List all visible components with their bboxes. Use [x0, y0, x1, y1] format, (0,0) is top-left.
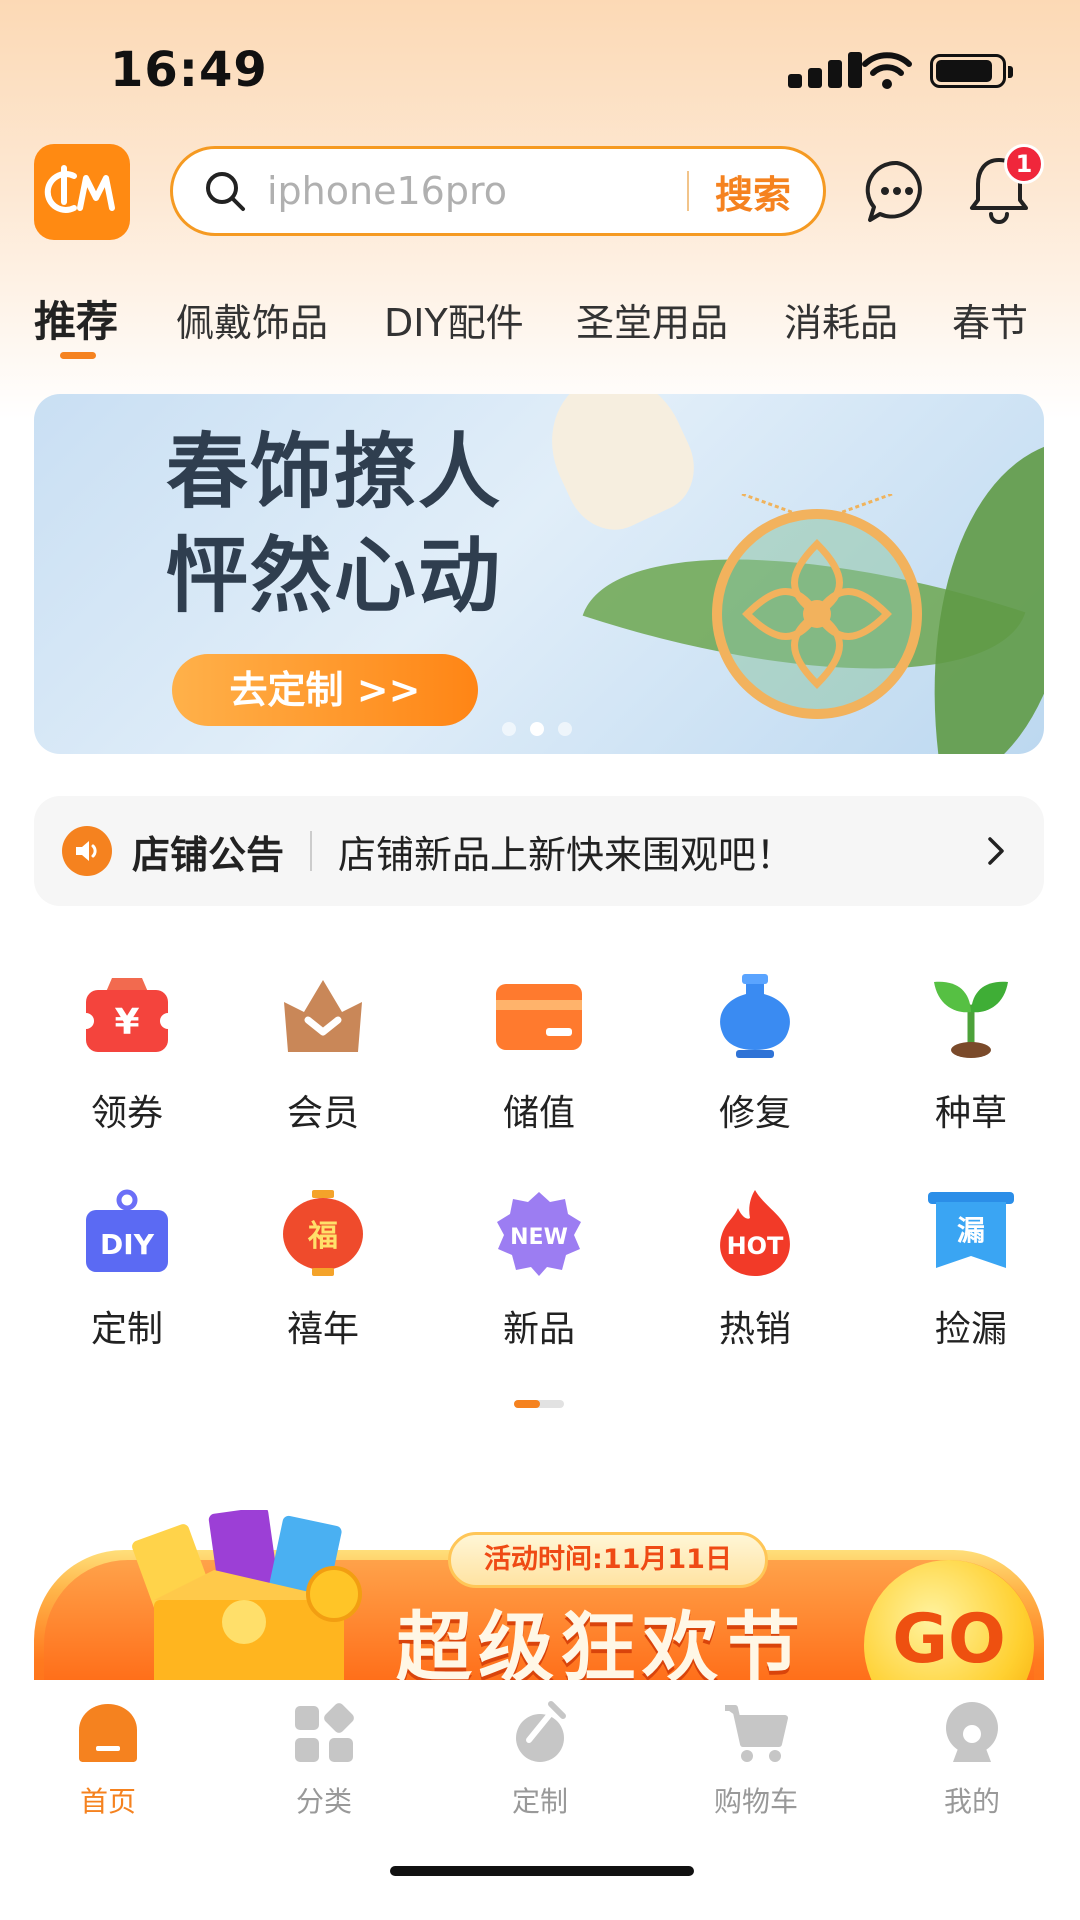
notification-badge: 1: [1004, 144, 1044, 184]
new-icon-text: NEW: [510, 1225, 568, 1250]
lantern-icon: 福: [278, 1188, 368, 1278]
diy-tag-icon: DIY: [82, 1188, 172, 1278]
tabbar-label: 购物车: [713, 1785, 798, 1818]
pagination-dot: [558, 722, 572, 736]
hot-icon-text: HOT: [727, 1232, 784, 1260]
tab-spring-festival[interactable]: 春节: [952, 292, 1028, 347]
status-time: 16:49: [110, 42, 268, 98]
grid-label: 修复: [718, 1093, 791, 1134]
grid-label: 领券: [90, 1093, 163, 1134]
active-tab-indicator: [60, 352, 96, 359]
search-bar[interactable]: iphone16pro 搜索: [170, 146, 826, 236]
promo-banner[interactable]: 春饰撩人 怦然心动 去定制 >>: [34, 394, 1044, 754]
tabbar-label: 分类: [295, 1785, 352, 1818]
tabbar-label: 定制: [511, 1785, 568, 1818]
tabbar-category[interactable]: 分类: [244, 1700, 404, 1820]
grid-item-member[interactable]: 会员: [238, 972, 408, 1142]
grid-label: 储值: [502, 1093, 575, 1134]
battery-icon: [930, 54, 1013, 88]
grid-item-jubilee[interactable]: 福 禧年: [238, 1188, 408, 1358]
promo-title: 超级狂欢节: [396, 1603, 806, 1680]
logo-mark-icon: [44, 165, 115, 213]
store-notice[interactable]: 店铺公告 店铺新品上新快来围观吧！: [34, 796, 1044, 906]
search-divider: [687, 171, 689, 211]
tabbar-home[interactable]: 首页: [28, 1700, 188, 1820]
notice-text: 店铺新品上新快来围观吧！: [338, 832, 795, 877]
vase-icon: [710, 972, 800, 1062]
grid-item-hot[interactable]: HOT 热销: [670, 1188, 840, 1358]
tabbar-label: 首页: [79, 1785, 136, 1818]
notice-title: 店铺公告: [132, 832, 285, 877]
grid-item-repair[interactable]: 修复: [670, 972, 840, 1142]
speaker-icon: [62, 826, 112, 876]
grid-item-recommend[interactable]: 种草: [886, 972, 1056, 1142]
new-badge-icon: NEW: [494, 1188, 584, 1278]
custom-icon: [516, 1701, 566, 1762]
tabbar-cart[interactable]: 购物车: [676, 1700, 836, 1820]
pendant-necklace-icon: [712, 494, 922, 719]
tab-recommend[interactable]: 推荐: [34, 288, 118, 349]
grid-label: 热销: [718, 1309, 791, 1350]
coupon-icon: ¥: [78, 972, 176, 1062]
tabbar-label: 我的: [943, 1785, 1000, 1818]
banner-headline-line2: 怦然心动: [166, 528, 503, 624]
diy-icon-text: DIY: [100, 1228, 155, 1261]
home-icon: [79, 1704, 137, 1762]
wifi-icon: [862, 52, 912, 89]
bottom-tab-bar: 首页 分类 定制 购物车 我的: [0, 1680, 1080, 1920]
grid-item-coupon[interactable]: ¥ 领券: [42, 972, 212, 1142]
grid-item-custom[interactable]: DIY 定制: [42, 1188, 212, 1358]
card-icon: [494, 972, 584, 1062]
tab-jewelry[interactable]: 佩戴饰品: [176, 292, 328, 347]
status-bar: 16:49: [0, 0, 1080, 130]
notice-divider: [310, 831, 313, 871]
grid-item-stored-value[interactable]: 储值: [454, 972, 624, 1142]
festival-promo-banner[interactable]: 活动时间:11月11日 超级狂欢节 GO: [34, 1490, 1044, 1680]
bargain-icon-text: 漏: [957, 1214, 985, 1247]
home-indicator: [390, 1866, 694, 1876]
grid-label: 种草: [934, 1093, 1007, 1134]
message-icon[interactable]: [864, 158, 930, 224]
banner-pagination: [502, 722, 572, 736]
sprout-icon: [926, 972, 1016, 1062]
grid-label: 捡漏: [934, 1309, 1007, 1350]
grid-label: 新品: [502, 1309, 575, 1350]
grid-item-new[interactable]: NEW 新品: [454, 1188, 624, 1358]
grid-label: 会员: [286, 1093, 359, 1134]
grid-label: 禧年: [286, 1309, 359, 1350]
pagination-dot-active: [530, 722, 544, 736]
pagination-dot: [502, 722, 516, 736]
banner-headline-line1: 春饰撩人: [166, 424, 503, 520]
gift-box-icon: [132, 1510, 362, 1680]
bargain-banner-icon: 漏: [926, 1188, 1016, 1278]
category-tabs: 推荐 佩戴饰品 DIY配件 圣堂用品 消耗品 春节: [0, 288, 1080, 359]
tab-diy-parts[interactable]: DIY配件: [384, 292, 524, 347]
banner-headline: 春饰撩人 怦然心动: [166, 420, 502, 628]
tabbar-profile[interactable]: 我的: [892, 1700, 1052, 1820]
profile-icon: [946, 1702, 998, 1762]
tabbar-custom[interactable]: 定制: [460, 1700, 620, 1820]
crown-icon: [278, 972, 368, 1062]
tab-church-supplies[interactable]: 圣堂用品: [576, 292, 728, 347]
grid-item-bargain[interactable]: 漏 捡漏: [886, 1188, 1056, 1358]
tulip-decoration: [528, 394, 710, 545]
search-icon: [206, 172, 245, 211]
app-logo: [34, 144, 130, 240]
coupon-icon-text: ¥: [114, 1002, 139, 1043]
cart-icon: [725, 1705, 788, 1762]
search-button[interactable]: 搜索: [715, 164, 791, 219]
grid-pager: [514, 1400, 564, 1408]
lantern-icon-text: 福: [307, 1219, 338, 1254]
chevron-right-icon: [988, 837, 1004, 865]
grid-pager-active: [514, 1400, 540, 1408]
promo-date: 活动时间:11月11日: [448, 1532, 768, 1588]
category-icon: [295, 1703, 354, 1762]
hot-flame-icon: HOT: [710, 1188, 800, 1278]
customize-button[interactable]: 去定制 >>: [172, 654, 478, 726]
grid-label: 定制: [90, 1309, 163, 1350]
tab-consumables[interactable]: 消耗品: [784, 292, 898, 347]
search-input[interactable]: iphone16pro: [267, 169, 687, 213]
